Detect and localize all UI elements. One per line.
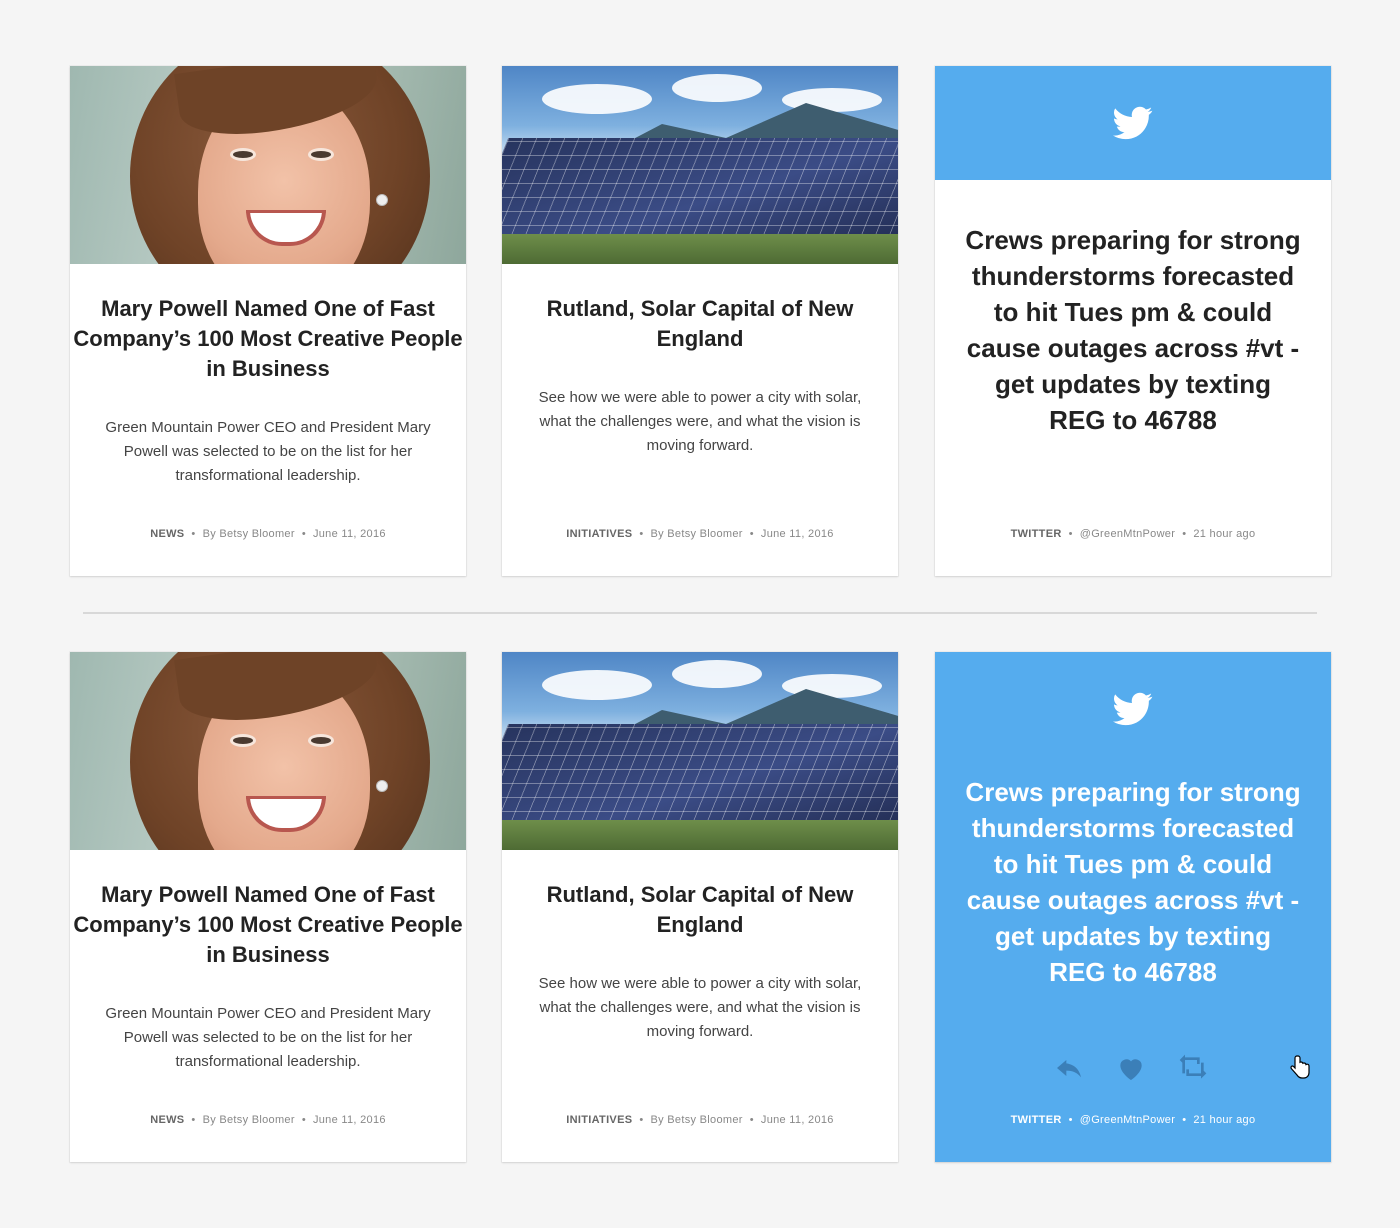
article-date: June 11, 2016 bbox=[760, 528, 834, 540]
tweet-text[interactable]: Crews preparing for strong thunderstorms… bbox=[965, 222, 1301, 438]
article-category[interactable]: INITIATIVES bbox=[566, 528, 632, 540]
portrait-photo bbox=[70, 66, 466, 264]
like-icon[interactable] bbox=[1115, 1052, 1147, 1084]
tweet-handle[interactable]: @GreenMtnPower bbox=[1080, 1114, 1175, 1126]
tweet-handle[interactable]: @GreenMtnPower bbox=[1080, 528, 1175, 540]
tweet-meta: TWITTER • @GreenMtnPower • 21 hour ago bbox=[1010, 1114, 1256, 1126]
card-row-hover: Mary Powell Named One of Fast Company’s … bbox=[70, 652, 1331, 1162]
tweet-actions bbox=[935, 1052, 1331, 1088]
tweet-time: 21 hour ago bbox=[1193, 1114, 1256, 1126]
tweet-category[interactable]: TWITTER bbox=[1011, 528, 1062, 540]
tweet-meta: TWITTER • @GreenMtnPower • 21 hour ago bbox=[1010, 528, 1256, 540]
article-title[interactable]: Mary Powell Named One of Fast Company’s … bbox=[70, 880, 466, 970]
article-author: By Betsy Bloomer bbox=[202, 528, 295, 540]
article-description: See how we were able to power a city wit… bbox=[538, 389, 862, 454]
article-card[interactable]: Rutland, Solar Capital of New England Se… bbox=[502, 66, 898, 576]
article-title[interactable]: Mary Powell Named One of Fast Company’s … bbox=[70, 294, 466, 384]
article-date: June 11, 2016 bbox=[312, 1114, 386, 1126]
article-meta: INITIATIVES • By Betsy Bloomer • June 11, 20… bbox=[566, 1114, 834, 1126]
twitter-bird-icon bbox=[1113, 106, 1153, 140]
tweet-card-hover[interactable]: Crews preparing for strong thunderstorms… bbox=[935, 652, 1331, 1162]
portrait-photo bbox=[70, 652, 466, 850]
article-card[interactable]: Mary Powell Named One of Fast Company’s … bbox=[70, 66, 466, 576]
twitter-bird-icon bbox=[1113, 692, 1153, 726]
solar-panels-photo bbox=[502, 652, 898, 850]
tweet-card[interactable]: Crews preparing for strong thunderstorms… bbox=[935, 66, 1331, 576]
article-card[interactable]: Mary Powell Named One of Fast Company’s … bbox=[70, 652, 466, 1162]
tweet-time: 21 hour ago bbox=[1193, 528, 1256, 540]
divider bbox=[83, 612, 1317, 614]
article-title[interactable]: Rutland, Solar Capital of New England bbox=[502, 294, 898, 354]
article-description: See how we were able to power a city wit… bbox=[538, 975, 862, 1040]
article-author: By Betsy Bloomer bbox=[202, 1114, 295, 1126]
tweet-text[interactable]: Crews preparing for strong thunderstorms… bbox=[965, 774, 1301, 990]
article-category[interactable]: INITIATIVES bbox=[566, 1114, 632, 1126]
article-description: Green Mountain Power CEO and President M… bbox=[105, 419, 431, 484]
article-author: By Betsy Bloomer bbox=[650, 1114, 743, 1126]
article-category[interactable]: NEWS bbox=[150, 528, 184, 540]
solar-panels-photo bbox=[502, 66, 898, 264]
article-meta: INITIATIVES • By Betsy Bloomer • June 11, 20… bbox=[566, 528, 834, 540]
article-title[interactable]: Rutland, Solar Capital of New England bbox=[502, 880, 898, 940]
article-category[interactable]: NEWS bbox=[150, 1114, 184, 1126]
article-description: Green Mountain Power CEO and President M… bbox=[105, 1005, 431, 1070]
article-meta: NEWS • By Betsy Bloomer • June 11, 2016 bbox=[150, 528, 386, 540]
retweet-icon[interactable] bbox=[1177, 1052, 1209, 1084]
article-card[interactable]: Rutland, Solar Capital of New England Se… bbox=[502, 652, 898, 1162]
pointer-cursor-icon bbox=[1290, 1055, 1310, 1079]
card-row-default: Mary Powell Named One of Fast Company’s … bbox=[70, 66, 1331, 576]
tweet-header bbox=[935, 66, 1331, 180]
reply-icon[interactable] bbox=[1053, 1052, 1085, 1084]
article-meta: NEWS • By Betsy Bloomer • June 11, 2016 bbox=[150, 1114, 386, 1126]
article-date: June 11, 2016 bbox=[312, 528, 386, 540]
article-author: By Betsy Bloomer bbox=[650, 528, 743, 540]
article-date: June 11, 2016 bbox=[760, 1114, 834, 1126]
tweet-category[interactable]: TWITTER bbox=[1011, 1114, 1062, 1126]
